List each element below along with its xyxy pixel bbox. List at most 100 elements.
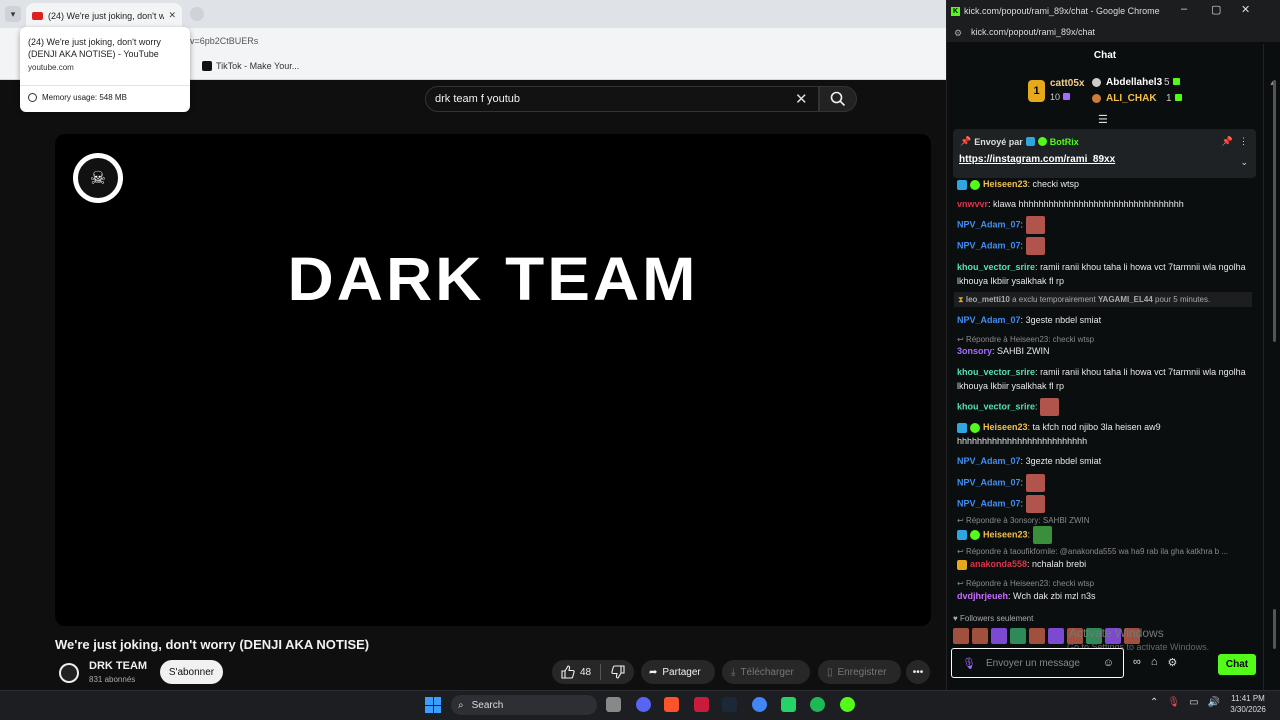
download-button[interactable]: ⤓ Télécharger [722, 660, 810, 684]
site-settings-icon[interactable]: ⚙ [954, 28, 962, 39]
network-icon[interactable]: ▭ [1189, 697, 1198, 708]
taskbar-search[interactable]: ⌕ Search [451, 695, 597, 715]
app-icon[interactable] [840, 697, 855, 712]
reply-text: Répondre à taoufikfornile: @anakonda555 … [965, 547, 1229, 556]
browser-tab-youtube[interactable]: (24) We're just joking, don't w ✕ [26, 3, 182, 28]
close-icon[interactable]: ✕ [1241, 3, 1250, 16]
pinned-link[interactable]: https://instagram.com/rami_89xx [959, 154, 1115, 165]
chat-message[interactable]: Heiseen23: ta kfch nod njibo 3la heisen … [957, 420, 1255, 448]
subscribe-button[interactable]: S'abonner [160, 660, 223, 684]
video-title: We're just joking, don't worry (DENJI AK… [55, 637, 370, 652]
bronze-medal-icon [1092, 94, 1101, 103]
windows-start-icon[interactable] [425, 697, 441, 713]
chat-message[interactable]: NPV_Adam_07: 3gezte nbdel smiat [957, 454, 1255, 468]
chat-message[interactable]: dvdjhrjeueh: Wch dak zbi mzl n3s [957, 589, 1255, 603]
filter-icon[interactable]: ☰ [1098, 113, 1108, 126]
desktop: ▾ (24) We're just joking, don't w ✕ v=6p… [0, 0, 1280, 720]
volume-icon[interactable]: 🔊 [1208, 697, 1220, 708]
chat-message[interactable]: 3onsory: SAHBI ZWIN [957, 344, 1255, 358]
dislike-button[interactable] [601, 665, 634, 679]
chat-message[interactable]: vnwvvr: klawa hhhhhhhhhhhhhhhhhhhhhhhhhh… [957, 197, 1255, 211]
new-tab-button[interactable] [190, 7, 204, 21]
address-text: kick.com/popout/rami_89x/chat [971, 27, 1096, 37]
chat-message[interactable]: NPV_Adam_07: 3geste nbdel smiat [957, 313, 1255, 327]
thumbs-down-icon [610, 665, 625, 679]
memory-icon [28, 93, 37, 102]
brave-icon[interactable] [664, 697, 679, 712]
microphone-icon[interactable]: 🎙 [962, 657, 976, 670]
kick-app-icon[interactable] [781, 697, 796, 712]
steam-icon[interactable] [722, 697, 737, 712]
kicks-icon[interactable]: ∞ [1133, 656, 1141, 669]
moderator-name: leo_metti10 [965, 295, 1010, 304]
share-button[interactable]: ➦ Partager [641, 660, 715, 684]
chat-message[interactable]: Heiseen23: [957, 526, 1255, 544]
task-view-icon[interactable] [606, 697, 621, 712]
moderation-notice: ⧗ leo_metti10 a exclu temporairement YAG… [954, 292, 1252, 307]
more-actions-button[interactable]: ••• [906, 660, 930, 684]
kick-chat-window: K kick.com/popout/rami_89x/chat - Google… [946, 0, 1280, 690]
chrome-icon[interactable] [752, 697, 767, 712]
pinned-bot-name[interactable]: BotRix [1050, 137, 1079, 147]
maximize-icon[interactable]: ▢ [1211, 3, 1221, 16]
video-player[interactable]: ☠ DARK TEAM [55, 134, 931, 626]
chat-message[interactable]: khou_vector_srire: ramii ranii khou taha… [957, 365, 1255, 393]
address-bar[interactable]: ⚙ kick.com/popout/rami_89x/chat [947, 22, 1280, 42]
chat-message[interactable]: NPV_Adam_07: [957, 216, 1255, 234]
leaderboard-second-name[interactable]: Abdellahel3 [1106, 77, 1162, 88]
scroll-thumb-lower[interactable] [1273, 609, 1276, 649]
chat-toolbar: ∞ ⌂ ⚙ [1133, 656, 1177, 669]
username: NPV_Adam_07 [957, 315, 1021, 325]
unpin-icon[interactable]: 📌 [1222, 136, 1233, 147]
scroll-thumb[interactable] [1273, 80, 1276, 342]
username: Heiseen23 [983, 422, 1028, 432]
memory-usage-text: Memory usage: 548 MB [42, 93, 127, 102]
moderation-duration: pour 5 minutes. [1155, 295, 1211, 304]
like-button[interactable]: 48 [552, 660, 600, 684]
spotify-icon[interactable] [810, 697, 825, 712]
close-tab-icon[interactable]: ✕ [168, 10, 176, 21]
bookmark-tiktok[interactable]: TikTok - Make Your... [202, 61, 299, 71]
username: khou_vector_srire [957, 401, 1036, 412]
chat-message[interactable]: khou_vector_srire: ramii ranii khou taha… [957, 260, 1255, 288]
search-input[interactable]: drk team f youtub [425, 86, 819, 112]
chat-message[interactable]: anakonda558: nchalah brebi [957, 557, 1255, 571]
emoji-icon[interactable]: ☺ [1103, 657, 1114, 669]
chat-input[interactable]: 🎙 Envoyer un message ☺ [951, 648, 1124, 678]
discord-icon[interactable] [636, 697, 651, 712]
like-dislike-group: 48 [552, 660, 634, 684]
minimize-icon[interactable]: – [1181, 3, 1187, 15]
save-button[interactable]: ▯ Enregistrer [818, 660, 901, 684]
chevron-down-icon[interactable]: ⌄ [1240, 157, 1248, 168]
clear-search-icon[interactable]: ✕ [795, 90, 808, 108]
chat-message[interactable]: khou_vector_srire: [957, 398, 1255, 416]
gift-icon[interactable]: ⌂ [1151, 656, 1158, 669]
leaderboard-third-name[interactable]: ALI_CHAK [1106, 93, 1157, 104]
like-count: 48 [580, 666, 592, 678]
tab-hover-card: (24) We're just joking, don't worry (DEN… [20, 27, 190, 112]
emote-icon [972, 628, 988, 644]
tab-search-button[interactable]: ▾ [5, 6, 21, 22]
more-options-icon[interactable]: ⋮ [1239, 136, 1248, 147]
bot-badge-icon [957, 530, 967, 540]
taskbar-search-label: Search [471, 699, 504, 711]
chat-message[interactable]: NPV_Adam_07: [957, 237, 1255, 255]
app-icon[interactable] [694, 697, 709, 712]
window-title: kick.com/popout/rami_89x/chat - Google C… [964, 6, 1160, 16]
chat-message[interactable]: NPV_Adam_07: [957, 474, 1255, 492]
avatar[interactable] [59, 663, 79, 683]
chat-message[interactable]: Heiseen23: checki wtsp [957, 177, 1255, 191]
send-chat-button[interactable]: Chat [1218, 654, 1256, 675]
settings-icon[interactable]: ⚙ [1168, 656, 1178, 669]
microphone-icon[interactable]: 🎙 [1167, 697, 1180, 708]
address-url-fragment[interactable]: v=6pb2CtBUERs [190, 36, 258, 46]
taskbar-clock[interactable]: 11:41 PM 3/30/2026 [1226, 693, 1270, 715]
chevron-up-icon[interactable]: ⌃ [1150, 697, 1158, 708]
search-button[interactable] [819, 86, 857, 112]
leaderboard-first-name[interactable]: catt05x [1050, 78, 1084, 89]
scrollbar[interactable]: ▲ [1263, 44, 1280, 690]
channel-name[interactable]: DRK TEAM [89, 660, 147, 672]
chat-message[interactable]: NPV_Adam_07: [957, 495, 1255, 513]
channel-logo: ☠ [73, 153, 123, 203]
gem-icon [1172, 78, 1180, 85]
